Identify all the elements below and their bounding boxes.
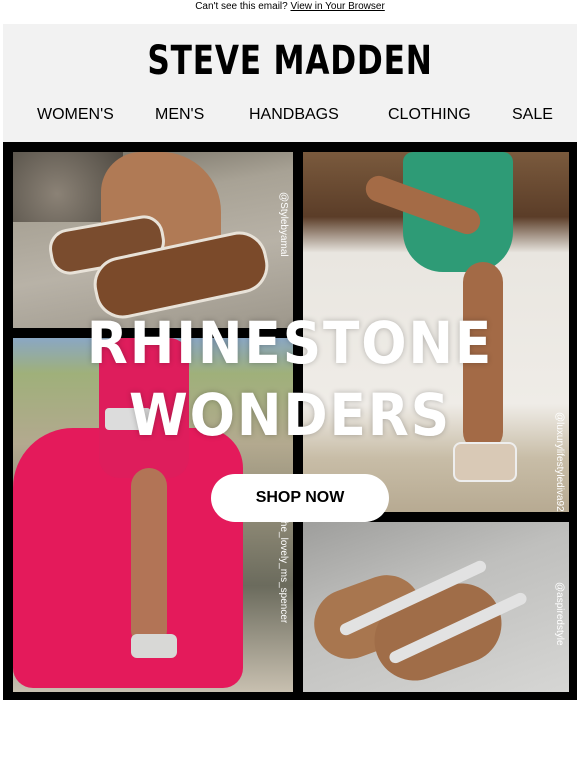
nav-item-handbags[interactable]: HANDBAGS <box>249 106 339 124</box>
photo-credit: @the_lovely_ms_spencer <box>278 508 289 624</box>
nav-item-sale[interactable]: SALE <box>512 106 553 124</box>
photo-credit: @aspiredstyle <box>554 582 565 646</box>
leg-shape <box>131 468 167 648</box>
heel-shape <box>453 442 517 482</box>
headline-line-2: WONDERS <box>128 381 452 449</box>
headline-line-1: RHINESTONE <box>86 309 494 377</box>
preheader-text: Can't see this email? <box>195 1 288 12</box>
photo-credit: @Stylebyamal <box>278 192 289 257</box>
preheader: Can't see this email? View in Your Brows… <box>0 0 580 16</box>
shop-now-button[interactable]: SHOP NOW <box>211 474 389 522</box>
nav-item-clothing[interactable]: CLOTHING <box>388 106 471 124</box>
sandal-shape <box>131 634 177 658</box>
photo-flip-flop-sandals: @Stylebyamal <box>13 152 293 328</box>
header: STEVE MADDEN WOMEN'S MEN'S HANDBAGS CLOT… <box>3 24 577 142</box>
main-nav: WOMEN'S MEN'S HANDBAGS CLOTHING SALE <box>3 106 577 128</box>
brand-logo[interactable]: STEVE MADDEN <box>66 38 514 84</box>
photo-credit: @luxurylifestylediva92 <box>554 412 565 512</box>
view-in-browser-link[interactable]: View in Your Browser <box>290 1 384 12</box>
nav-item-mens[interactable]: MEN'S <box>155 106 204 124</box>
nav-item-womens[interactable]: WOMEN'S <box>37 106 114 124</box>
photo-strappy-sandals: @aspiredstyle <box>303 522 569 692</box>
hero-banner[interactable]: @Stylebyamal @luxurylifestylediva92 @the… <box>3 142 577 700</box>
